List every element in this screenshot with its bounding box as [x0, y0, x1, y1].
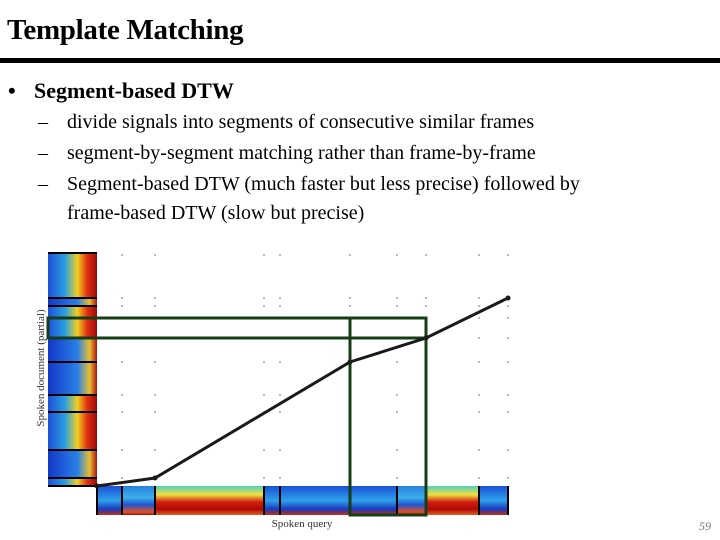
- grid-dot: [396, 297, 398, 299]
- query-segment: [280, 486, 350, 515]
- grid-dot: [154, 449, 156, 451]
- grid-dot: [154, 254, 156, 256]
- y-axis-label: Spoken document (partial): [35, 309, 47, 427]
- grid-dot: [263, 477, 265, 479]
- document-segment: [48, 318, 97, 338]
- grid-dot: [396, 361, 398, 363]
- warping-path-node: [94, 483, 100, 489]
- grid-dot: [507, 394, 509, 396]
- query-segment: [264, 486, 280, 515]
- grid-dot: [121, 449, 123, 451]
- document-spectrogram: [48, 252, 97, 487]
- grid-dot: [349, 297, 351, 299]
- grid-dot: [279, 477, 281, 479]
- grid-dot: [154, 305, 156, 307]
- grid-dot: [507, 317, 509, 319]
- grid-dot: [478, 305, 480, 307]
- grid-dot: [478, 254, 480, 256]
- grid-dot: [279, 411, 281, 413]
- grid-dot: [121, 254, 123, 256]
- grid-dot: [478, 361, 480, 363]
- document-segment: [48, 395, 97, 412]
- grid-dot: [121, 477, 123, 479]
- grid-dot: [263, 449, 265, 451]
- grid-dot: [478, 337, 480, 339]
- grid-dot: [279, 394, 281, 396]
- grid-dot: [279, 254, 281, 256]
- grid-dot: [121, 411, 123, 413]
- grid-dot: [349, 254, 351, 256]
- document-segment: [48, 253, 97, 298]
- grid-dot: [279, 305, 281, 307]
- grid-dot: [263, 394, 265, 396]
- grid-dot: [263, 305, 265, 307]
- grid-dot: [396, 305, 398, 307]
- grid-dot: [396, 449, 398, 451]
- grid-dot: [507, 337, 509, 339]
- grid-dot: [121, 297, 123, 299]
- x-axis-label: Spoken query: [272, 518, 333, 530]
- grid-dot: [507, 449, 509, 451]
- grid-dot: [478, 317, 480, 319]
- query-segment: [122, 486, 155, 515]
- grid-dot: [279, 449, 281, 451]
- warping-path-node: [347, 359, 353, 365]
- dtw-figure: Spoken query Spoken document (partial): [35, 252, 511, 530]
- query-segment: [426, 486, 479, 515]
- grid-dot: [507, 477, 509, 479]
- document-segment: [48, 362, 97, 395]
- query-segment: [155, 486, 264, 515]
- page-number: 59: [699, 519, 711, 533]
- grid-dot: [121, 361, 123, 363]
- warping-path: [94, 295, 511, 489]
- grid-dot: [279, 361, 281, 363]
- grid-dot: [263, 254, 265, 256]
- document-segment: [48, 338, 97, 362]
- grid-dot: [507, 254, 509, 256]
- grid-dot: [263, 297, 265, 299]
- document-segment: [48, 478, 97, 486]
- grid-dot: [425, 305, 427, 307]
- grid-dot: [263, 361, 265, 363]
- warping-path-line: [96, 296, 509, 488]
- grid-dot: [478, 394, 480, 396]
- grid-dot: [154, 297, 156, 299]
- query-segment: [350, 486, 397, 515]
- warping-path-node: [423, 335, 429, 341]
- grid-dot: [154, 411, 156, 413]
- grid-dot: [396, 254, 398, 256]
- grid-dot: [507, 305, 509, 307]
- grid-dot: [478, 477, 480, 479]
- grid-dots: [121, 254, 509, 479]
- grid-dot: [279, 297, 281, 299]
- grid-dot: [478, 411, 480, 413]
- document-segment: [48, 306, 97, 318]
- document-segment: [48, 450, 97, 478]
- grid-dot: [478, 297, 480, 299]
- grid-dot: [349, 305, 351, 307]
- grid-dot: [154, 361, 156, 363]
- query-segment: [97, 486, 122, 515]
- grid-dot: [396, 394, 398, 396]
- query-segment: [397, 486, 426, 515]
- grid-dot: [121, 305, 123, 307]
- grid-dot: [154, 394, 156, 396]
- grid-dot: [478, 449, 480, 451]
- document-segment: [48, 298, 97, 306]
- grid-dot: [507, 411, 509, 413]
- grid-dot: [425, 297, 427, 299]
- grid-dot: [396, 477, 398, 479]
- highlight-query-band: [348, 316, 428, 517]
- document-segment: [48, 412, 97, 450]
- grid-dot: [396, 411, 398, 413]
- query-segment: [479, 486, 508, 515]
- highlight-document-band: [46, 316, 428, 340]
- grid-dot: [507, 361, 509, 363]
- grid-dot: [425, 254, 427, 256]
- grid-dot: [121, 394, 123, 396]
- warping-path-node: [152, 475, 158, 481]
- warping-path-node: [505, 295, 511, 301]
- query-spectrogram: [96, 486, 509, 515]
